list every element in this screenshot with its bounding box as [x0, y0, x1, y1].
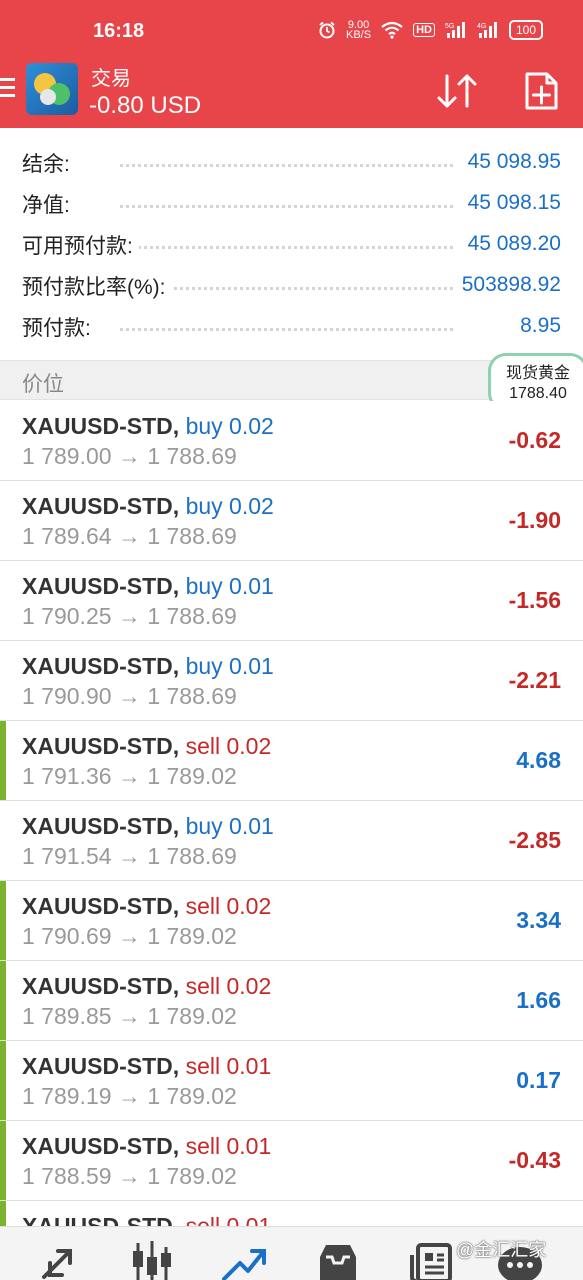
- position-row[interactable]: XAUUSD-STD, sell 0.01 1 788.59 → 1 789.0…: [0, 1121, 583, 1201]
- position-type: buy 0.02: [185, 493, 274, 519]
- position-row[interactable]: XAUUSD-STD, buy 0.01 1 790.90 → 1 788.69…: [0, 641, 583, 721]
- position-symbol: XAUUSD-STD,: [22, 493, 180, 519]
- app-header: 16:18 9.00 KB/S HD 5G 4G 100 交易 -0.80 USD: [0, 0, 583, 128]
- summary-row-equity: 净值: 45 098.15: [0, 183, 583, 223]
- position-symbol: XAUUSD-STD,: [22, 973, 180, 999]
- position-profit: -0.62: [508, 427, 561, 453]
- position-row[interactable]: XAUUSD-STD, buy 0.02 1 789.00 → 1 788.69…: [0, 401, 583, 481]
- summary-label: 结余:: [22, 148, 76, 178]
- position-profit: -2.21: [508, 667, 561, 693]
- position-symbol: XAUUSD-STD,: [22, 813, 180, 839]
- position-type: buy 0.01: [185, 653, 274, 679]
- summary-row-margin: 预付款: 8.95: [0, 306, 583, 346]
- position-profit: 0.17: [516, 1067, 561, 1093]
- summary-value: 45 089.20: [461, 232, 561, 256]
- svg-text:5G: 5G: [445, 23, 454, 30]
- summary-label: 可用预付款:: [22, 230, 139, 260]
- svg-text:4G: 4G: [477, 23, 486, 30]
- position-prices: 1 790.69 → 1 789.02: [22, 923, 237, 949]
- position-prices: 1 789.00 → 1 788.69: [22, 443, 237, 469]
- position-symbol: XAUUSD-STD,: [22, 733, 180, 759]
- position-type: buy 0.02: [185, 413, 274, 439]
- header-balance: -0.80 USD: [89, 92, 202, 119]
- position-prices: 1 791.54 → 1 788.69: [22, 843, 237, 869]
- position-symbol: XAUUSD-STD,: [22, 893, 180, 919]
- page-title: 交易: [91, 68, 131, 90]
- status-icons: 9.00 KB/S HD 5G 4G 100: [318, 19, 543, 41]
- summary-value: 45 098.15: [461, 191, 561, 215]
- position-profit: -1.56: [508, 587, 561, 613]
- position-prices: 1 791.36 → 1 789.02: [22, 763, 237, 789]
- position-type: buy 0.01: [185, 573, 274, 599]
- position-profit: 1.66: [516, 987, 561, 1013]
- position-prices: 1 788.59 → 1 789.02: [22, 1163, 237, 1189]
- price-bubble-name: 现货黄金: [505, 365, 570, 382]
- history-inbox-icon[interactable]: [314, 1241, 362, 1280]
- quotes-arrows-icon[interactable]: [36, 1241, 84, 1280]
- position-profit: -0.43: [508, 1147, 561, 1173]
- position-symbol: XAUUSD-STD,: [22, 413, 180, 439]
- summary-label: 净值:: [22, 189, 76, 219]
- position-prices: 1 789.64 → 1 788.69: [22, 523, 237, 549]
- signal-icon: 5G: [445, 21, 467, 39]
- position-row[interactable]: XAUUSD-STD, buy 0.01 1 790.25 → 1 788.69…: [0, 561, 583, 641]
- trade-trend-icon[interactable]: [220, 1241, 268, 1280]
- position-profit: 3.34: [516, 907, 561, 933]
- position-profit: -2.85: [508, 827, 561, 853]
- status-bar: 16:18 9.00 KB/S HD 5G 4G 100: [0, 0, 583, 60]
- position-prices: 1 790.25 → 1 788.69: [22, 603, 237, 629]
- position-row[interactable]: XAUUSD-STD, buy 0.01 1 791.54 → 1 788.69…: [0, 801, 583, 881]
- hd-badge: HD: [413, 23, 435, 37]
- price-section-label: 价位: [22, 373, 64, 396]
- position-type: buy 0.01: [185, 813, 274, 839]
- position-row[interactable]: XAUUSD-STD, sell 0.01 1 789.19 → 1 789.0…: [0, 1041, 583, 1121]
- summary-value: 503898.92: [455, 273, 561, 297]
- summary-row-free-margin: 可用预付款: 45 089.20: [0, 224, 583, 264]
- position-type: sell 0.02: [185, 893, 272, 919]
- position-type: sell 0.02: [185, 733, 272, 759]
- position-prices: 1 789.85 → 1 789.02: [22, 1003, 237, 1029]
- position-row[interactable]: XAUUSD-STD, buy 0.02 1 789.64 → 1 788.69…: [0, 481, 583, 561]
- position-row[interactable]: XAUUSD-STD, sell 0.02 1 790.69 → 1 789.0…: [0, 881, 583, 961]
- position-symbol: XAUUSD-STD,: [22, 653, 180, 679]
- summary-value: 45 098.95: [461, 150, 561, 174]
- new-document-plus-icon[interactable]: [523, 71, 559, 111]
- battery-indicator: 100: [508, 20, 543, 40]
- hamburger-menu-icon[interactable]: [0, 78, 16, 102]
- candlestick-chart-icon[interactable]: [128, 1241, 176, 1280]
- summary-label: 预付款:: [22, 312, 97, 342]
- position-row[interactable]: XAUUSD-STD, sell 0.02 1 791.36 → 1 789.0…: [0, 721, 583, 801]
- position-symbol: XAUUSD-STD,: [22, 1133, 180, 1159]
- network-speed: 9.00 KB/S: [346, 19, 372, 41]
- signal-4g-icon: 4G: [477, 21, 499, 39]
- position-symbol: XAUUSD-STD,: [22, 1053, 180, 1079]
- position-prices: 1 790.90 → 1 788.69: [22, 683, 237, 709]
- watermark: @金汇汇家: [456, 1240, 547, 1260]
- summary-label: 预付款比率(%):: [22, 271, 172, 301]
- position-type: sell 0.01: [185, 1053, 272, 1079]
- position-type: sell 0.02: [185, 973, 272, 999]
- position-type: sell 0.01: [185, 1133, 272, 1159]
- sort-arrows-icon[interactable]: [433, 72, 481, 110]
- position-row[interactable]: XAUUSD-STD, sell 0.02 1 789.85 → 1 789.0…: [0, 961, 583, 1041]
- app-logo: [26, 63, 78, 115]
- position-profit: -1.90: [508, 507, 561, 533]
- summary-value: 8.95: [514, 314, 561, 338]
- position-prices: 1 789.19 → 1 789.02: [22, 1083, 237, 1109]
- alarm-icon: [318, 21, 336, 39]
- news-icon[interactable]: [408, 1241, 456, 1280]
- summary-row-margin-level: 预付款比率(%): 503898.92: [0, 265, 583, 305]
- position-profit: 4.68: [516, 747, 561, 773]
- position-symbol: XAUUSD-STD,: [22, 573, 180, 599]
- summary-row-balance: 结余: 45 098.95: [0, 142, 583, 182]
- status-time: 16:18: [93, 20, 145, 42]
- wifi-icon: [381, 21, 403, 39]
